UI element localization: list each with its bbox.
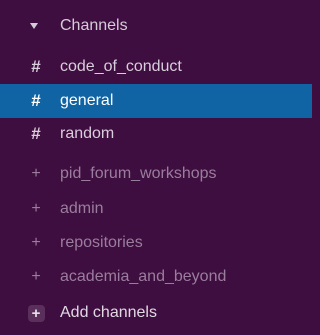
plus-icon: + [31,268,41,285]
plus-icon: + [31,200,41,217]
hash-icon: # [31,124,41,143]
add-icon: + [27,304,45,322]
caret-down-icon[interactable] [30,23,38,29]
add-channels-button[interactable]: + Add channels [0,296,312,330]
channel-name: random [60,125,115,142]
channel-name: admin [60,200,104,217]
channel-item-general[interactable]: # general [0,84,312,118]
channel-item-repositories[interactable]: + repositories [0,226,312,260]
channel-item-random[interactable]: # random [0,117,312,151]
channel-name: pid_forum_workshops [60,165,217,182]
plus-icon: + [31,234,41,251]
plus-icon: + [31,165,41,182]
hash-icon: # [31,57,41,76]
channel-name: general [60,92,114,109]
channel-name: repositories [60,234,143,251]
channel-item-pid-forum-workshops[interactable]: + pid_forum_workshops [0,157,312,191]
channel-sidebar: Channels # code_of_conduct # general # r… [0,0,312,335]
channel-item-academia-and-beyond[interactable]: + academia_and_beyond [0,260,312,294]
channel-name: code_of_conduct [60,58,182,75]
channels-section-header[interactable]: Channels [0,10,312,44]
add-channels-label: Add channels [60,304,157,321]
channel-item-admin[interactable]: + admin [0,192,312,226]
channel-item-code-of-conduct[interactable]: # code_of_conduct [0,50,312,84]
channel-name: academia_and_beyond [60,268,227,285]
channels-section-title: Channels [60,17,128,34]
hash-icon: # [31,91,41,110]
add-icon-wrapper: + [22,296,50,330]
